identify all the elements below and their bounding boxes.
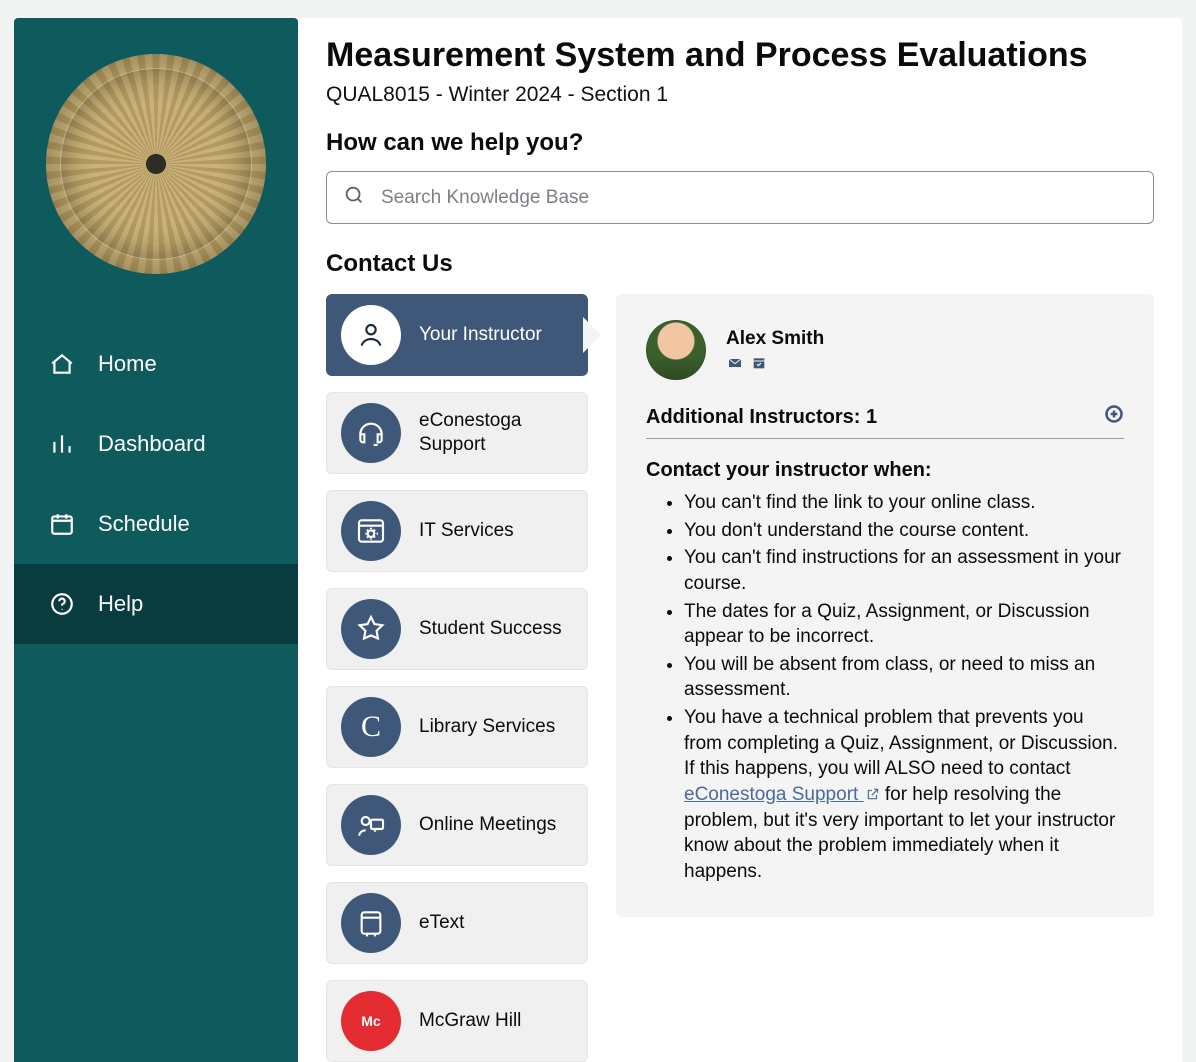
list-item: You don't understand the course content. bbox=[684, 518, 1124, 544]
calendar-icon bbox=[48, 510, 76, 538]
sidebar-item-label: Schedule bbox=[98, 511, 190, 537]
course-subtitle: QUAL8015 - Winter 2024 - Section 1 bbox=[326, 83, 1154, 107]
option-your-instructor[interactable]: Your Instructor bbox=[326, 294, 588, 376]
main-content: Measurement System and Process Evaluatio… bbox=[298, 18, 1182, 1062]
etext-icon bbox=[341, 893, 401, 953]
list-item: You can't find the link to your online c… bbox=[684, 490, 1124, 516]
meeting-icon bbox=[341, 795, 401, 855]
option-label: McGraw Hill bbox=[419, 1009, 521, 1033]
mcgraw-icon: Mc bbox=[341, 991, 401, 1051]
option-label: Library Services bbox=[419, 715, 555, 739]
sidebar-item-label: Help bbox=[98, 591, 143, 617]
list-item: You can't find instructions for an asses… bbox=[684, 545, 1124, 596]
sidebar-item-dashboard[interactable]: Dashboard bbox=[14, 404, 298, 484]
contact-when-list: You can't find the link to your online c… bbox=[646, 490, 1124, 885]
page-title: Measurement System and Process Evaluatio… bbox=[326, 36, 1154, 75]
star-icon bbox=[341, 599, 401, 659]
contact-options: Your Instructor eConestoga Support IT Se… bbox=[326, 294, 588, 1062]
option-mcgraw-hill[interactable]: Mc McGraw Hill bbox=[326, 980, 588, 1062]
library-icon: C bbox=[341, 697, 401, 757]
contact-heading: Contact Us bbox=[326, 250, 1154, 278]
contact-when-heading: Contact your instructor when: bbox=[646, 459, 1124, 482]
list-item: You will be absent from class, or need t… bbox=[684, 652, 1124, 703]
additional-instructors-label: Additional Instructors: 1 bbox=[646, 406, 877, 429]
option-etext[interactable]: eText bbox=[326, 882, 588, 964]
instructor-icon bbox=[341, 305, 401, 365]
option-label: Student Success bbox=[419, 617, 562, 641]
option-label: Online Meetings bbox=[419, 813, 556, 837]
option-label: eConestoga Support bbox=[419, 409, 573, 457]
option-label: Your Instructor bbox=[419, 323, 542, 347]
additional-instructors-toggle[interactable]: Additional Instructors: 1 bbox=[646, 404, 1124, 439]
schedule-icon[interactable] bbox=[750, 354, 768, 372]
search-input[interactable] bbox=[381, 187, 1137, 209]
browser-gear-icon bbox=[341, 501, 401, 561]
list-item-text: You have a technical problem that preven… bbox=[684, 707, 1118, 779]
home-icon bbox=[48, 350, 76, 378]
mcgraw-badge-text: Mc bbox=[361, 1013, 380, 1029]
instructor-avatar bbox=[646, 320, 706, 380]
list-item: The dates for a Quiz, Assignment, or Dis… bbox=[684, 599, 1124, 650]
sidebar-item-schedule[interactable]: Schedule bbox=[14, 484, 298, 564]
option-econestoga-support[interactable]: eConestoga Support bbox=[326, 392, 588, 474]
dashboard-icon bbox=[48, 430, 76, 458]
help-icon bbox=[48, 590, 76, 618]
instructor-action-icons bbox=[726, 354, 824, 372]
search-wrap[interactable] bbox=[326, 171, 1154, 224]
instructor-row: Alex Smith bbox=[646, 320, 1124, 380]
app-root: Home Dashboard Schedule Help bbox=[0, 0, 1196, 1062]
option-library-services[interactable]: C Library Services bbox=[326, 686, 588, 768]
help-heading: How can we help you? bbox=[326, 129, 1154, 157]
email-icon[interactable] bbox=[726, 354, 744, 372]
instructor-panel: Alex Smith Additional Instructors: 1 bbox=[616, 294, 1154, 917]
option-label: eText bbox=[419, 911, 464, 935]
instructor-info: Alex Smith bbox=[726, 328, 824, 372]
option-student-success[interactable]: Student Success bbox=[326, 588, 588, 670]
instructor-name: Alex Smith bbox=[726, 328, 824, 350]
sidebar-nav: Home Dashboard Schedule Help bbox=[14, 324, 298, 644]
contact-area: Your Instructor eConestoga Support IT Se… bbox=[326, 294, 1154, 1062]
course-thumbnail bbox=[46, 54, 266, 274]
headset-icon bbox=[341, 403, 401, 463]
expand-icon bbox=[1104, 404, 1124, 430]
option-label: IT Services bbox=[419, 519, 514, 543]
sidebar: Home Dashboard Schedule Help bbox=[14, 18, 298, 1062]
econestoga-support-link[interactable]: eConestoga Support bbox=[684, 784, 880, 805]
external-link-icon bbox=[864, 784, 880, 805]
option-online-meetings[interactable]: Online Meetings bbox=[326, 784, 588, 866]
search-icon bbox=[343, 184, 365, 211]
list-item: You have a technical problem that preven… bbox=[684, 705, 1124, 884]
sidebar-item-help[interactable]: Help bbox=[14, 564, 298, 644]
option-it-services[interactable]: IT Services bbox=[326, 490, 588, 572]
sidebar-item-home[interactable]: Home bbox=[14, 324, 298, 404]
sidebar-item-label: Dashboard bbox=[98, 431, 206, 457]
sidebar-item-label: Home bbox=[98, 351, 157, 377]
